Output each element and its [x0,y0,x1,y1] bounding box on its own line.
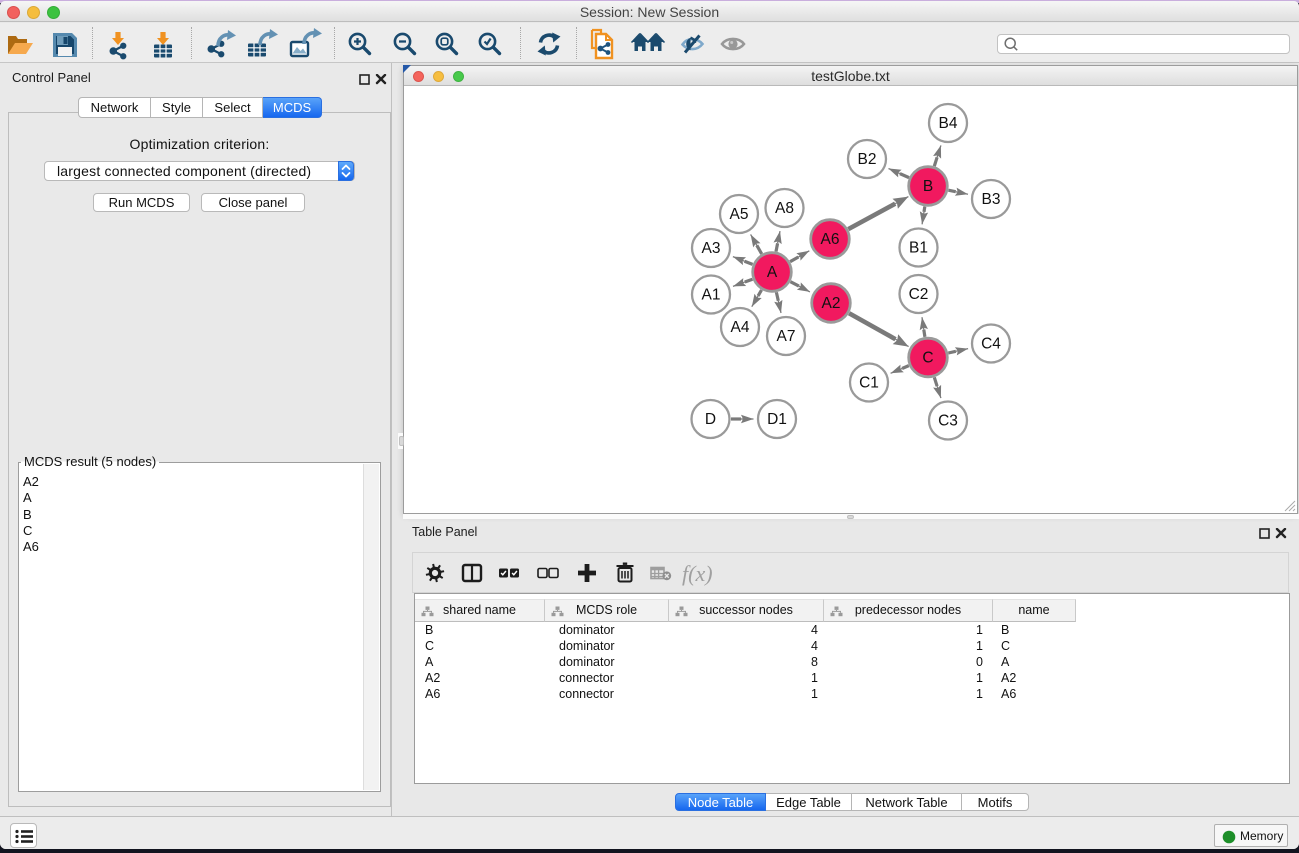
svg-text:C4: C4 [981,336,1001,353]
svg-text:C1: C1 [859,375,879,392]
svg-text:B3: B3 [982,191,1001,208]
svg-text:A6: A6 [821,231,840,248]
svg-text:D: D [705,411,716,428]
svg-text:A1: A1 [702,287,721,304]
svg-text:B1: B1 [909,240,928,257]
svg-text:B: B [923,178,933,195]
svg-text:A7: A7 [777,328,796,345]
svg-text:C: C [922,350,933,367]
svg-text:A2: A2 [822,295,841,312]
svg-text:A: A [767,264,778,281]
svg-text:D1: D1 [767,411,787,428]
svg-text:C3: C3 [938,413,958,430]
svg-text:f(x): f(x) [682,561,713,586]
svg-text:B4: B4 [939,115,958,132]
svg-text:A4: A4 [731,319,750,336]
svg-text:A3: A3 [702,240,721,257]
svg-text:C2: C2 [909,286,929,303]
svg-text:A8: A8 [775,200,794,217]
svg-text:B2: B2 [858,151,877,168]
svg-text:A5: A5 [730,206,749,223]
